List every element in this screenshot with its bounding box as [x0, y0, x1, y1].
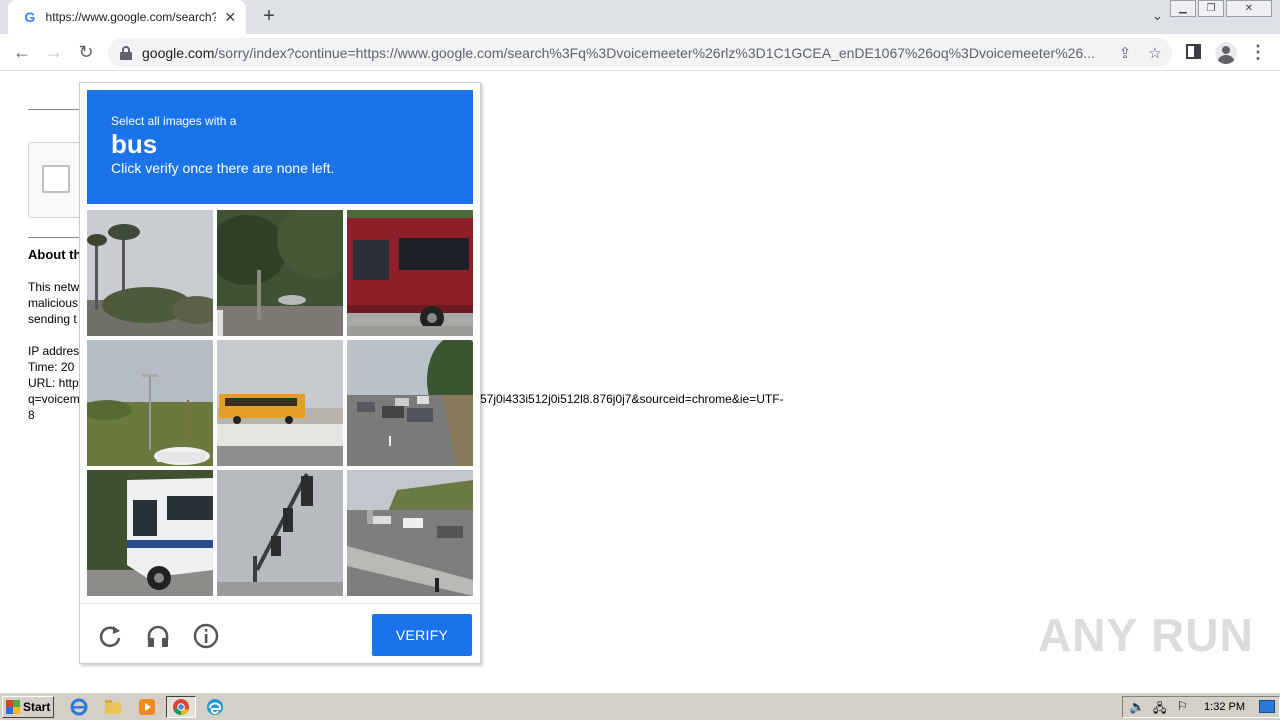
captcha-tile[interactable] [217, 470, 343, 596]
captcha-tile[interactable] [87, 210, 213, 336]
school-bus-image [217, 340, 343, 466]
taskbar: Start 🔈 🖧 ⚐ 1:32 PM [0, 692, 1280, 720]
menu-kebab-icon[interactable]: ⋮ [1248, 40, 1268, 64]
body-line: sending t [28, 312, 77, 326]
volume-icon[interactable]: 🔈 [1129, 699, 1145, 715]
captcha-tile[interactable] [87, 470, 213, 596]
browser-toolbar: ← → ↻ google.com/sorry/index?continue=ht… [0, 34, 1280, 71]
network-icon[interactable]: 🖧 [1153, 699, 1166, 720]
captcha-footer: VERIFY [80, 603, 480, 663]
recaptcha-checkbox[interactable] [42, 165, 70, 193]
minimize-button[interactable]: ▁ [1170, 0, 1196, 17]
ip-line: IP addres [28, 344, 80, 358]
clock: 1:32 PM [1204, 701, 1245, 713]
start-label: Start [23, 700, 51, 714]
captcha-tile[interactable] [347, 340, 473, 466]
lock-icon[interactable] [120, 45, 132, 60]
url-continuation-right: 57j0i433i512j0i512l8.876j0j7&sourceid=ch… [480, 392, 784, 406]
captcha-tile[interactable] [217, 210, 343, 336]
white-bus-image [87, 470, 213, 596]
reload-icon[interactable]: ↻ [74, 40, 98, 64]
field-streetlight-image [87, 340, 213, 466]
chrome-icon [173, 699, 189, 716]
tab-search-chevron-icon[interactable]: ⌄ [1152, 8, 1163, 24]
instruction-bottom: Click verify once there are none left. [111, 160, 335, 176]
profile-avatar-icon[interactable] [1215, 42, 1237, 64]
forward-icon[interactable]: → [42, 40, 66, 64]
restore-button[interactable]: ❐ [1198, 0, 1224, 17]
time-line: Time: 20 [28, 360, 75, 374]
captcha-challenge-dialog: Select all images with a bus Click verif… [79, 82, 481, 664]
verify-button[interactable]: VERIFY [372, 614, 472, 656]
address-bar[interactable]: google.com/sorry/index?continue=https://… [108, 38, 1172, 67]
anyrun-watermark: ANY RUN [1038, 609, 1254, 661]
red-bus-image [347, 210, 473, 336]
instruction-target: bus [111, 129, 158, 159]
instruction-top: Select all images with a [111, 114, 237, 128]
share-icon[interactable]: ⇪ [1116, 44, 1134, 62]
captcha-tile[interactable] [347, 210, 473, 336]
back-icon[interactable]: ← [10, 40, 34, 64]
info-icon[interactable] [192, 622, 220, 650]
edge-icon[interactable] [204, 697, 226, 717]
internet-explorer-icon[interactable] [68, 697, 90, 717]
windows-logo-icon [6, 700, 20, 714]
chrome-taskbar-button[interactable] [166, 696, 196, 718]
close-window-button[interactable]: ✕ [1226, 0, 1272, 17]
captcha-tile[interactable] [87, 340, 213, 466]
about-heading: About th [28, 247, 82, 262]
tab-title: https://www.google.com/search?q= [45, 10, 217, 24]
body-line: malicious [28, 296, 79, 310]
image-grid [87, 210, 473, 596]
close-tab-icon[interactable]: ✕ [222, 9, 238, 26]
bookmark-star-icon[interactable]: ☆ [1146, 44, 1164, 62]
palm-trees-image [87, 210, 213, 336]
captcha-tile[interactable] [347, 470, 473, 596]
url-last-line: 8 [28, 408, 35, 422]
captcha-instructions: Select all images with a bus Click verif… [87, 90, 473, 204]
url-continuation: q=voicem [28, 392, 80, 406]
traffic-light-image [217, 470, 343, 596]
trees-image [217, 210, 343, 336]
side-panel-icon[interactable] [1186, 44, 1201, 59]
overpass-image [347, 470, 473, 596]
reload-challenge-icon[interactable] [96, 622, 124, 650]
system-tray: 🔈 🖧 ⚐ 1:32 PM [1122, 696, 1280, 718]
divider [28, 109, 80, 110]
divider [28, 237, 80, 238]
file-explorer-icon[interactable] [102, 697, 124, 717]
start-button[interactable]: Start [2, 696, 54, 718]
url-line: URL: http [28, 376, 79, 390]
highway-traffic-image [347, 340, 473, 466]
body-line: This netw [28, 280, 80, 294]
new-tab-button[interactable]: + [258, 6, 280, 28]
audio-challenge-icon[interactable] [144, 622, 172, 650]
window-controls: ▁ ❐ ✕ [1168, 0, 1272, 17]
url-text[interactable]: google.com/sorry/index?continue=https://… [142, 45, 1104, 61]
captcha-tile[interactable] [217, 340, 343, 466]
show-desktop-icon[interactable] [1259, 700, 1275, 713]
tab-strip: G https://www.google.com/search?q= ✕ + ⌄… [0, 0, 1280, 34]
action-center-flag-icon[interactable]: ⚐ [1177, 699, 1188, 713]
google-favicon-icon: G [24, 9, 36, 25]
media-player-icon[interactable] [136, 697, 158, 717]
browser-tab[interactable]: G https://www.google.com/search?q= ✕ [8, 0, 246, 34]
